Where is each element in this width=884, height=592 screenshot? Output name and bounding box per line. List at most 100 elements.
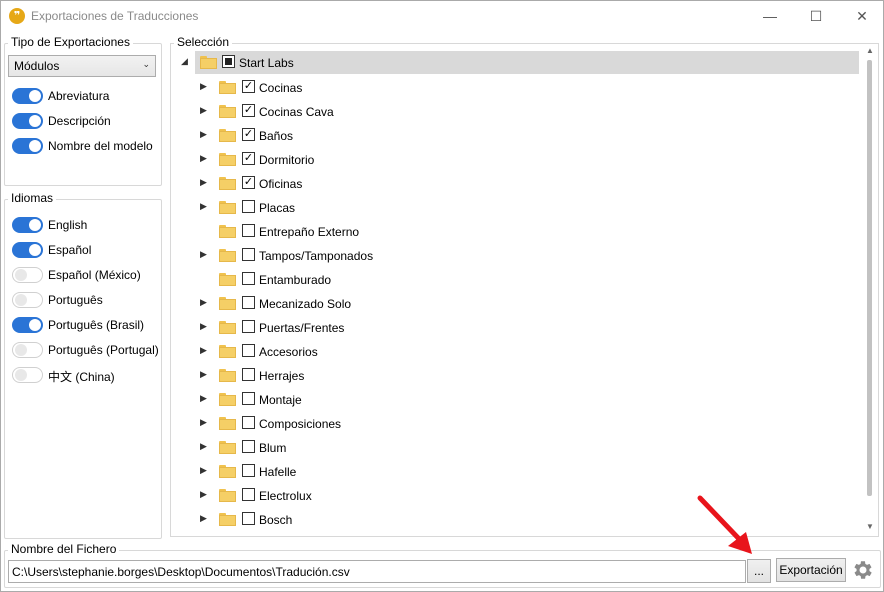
tree-item-label[interactable]: Placas (259, 201, 295, 215)
folder-icon (219, 513, 236, 526)
title-bar: ❞ Exportaciones de Traducciones — ☐ ✕ (1, 1, 883, 31)
expand-arrow-icon[interactable]: ▶ (200, 129, 210, 141)
folder-icon (219, 249, 236, 262)
languages-title: Idiomas (8, 191, 57, 205)
export-field-toggle-label: Abreviatura (48, 89, 110, 103)
tree-item-checkbox[interactable] (242, 320, 255, 333)
tree-root-row[interactable] (195, 51, 859, 74)
tree-item-checkbox[interactable]: ✓ (242, 176, 255, 189)
tree-item-checkbox[interactable] (242, 464, 255, 477)
settings-gear-icon[interactable] (851, 558, 875, 582)
tree-item-label[interactable]: Composiciones (259, 417, 341, 431)
language-toggle-switch[interactable] (12, 292, 43, 308)
folder-icon (219, 465, 236, 478)
tree-item-checkbox[interactable]: ✓ (242, 80, 255, 93)
tree-item-checkbox[interactable] (242, 392, 255, 405)
tree-item-checkbox[interactable] (242, 440, 255, 453)
export-button[interactable]: Exportación (776, 558, 846, 582)
tree-item-label[interactable]: Dormitorio (259, 153, 314, 167)
tree-item-label[interactable]: Montaje (259, 393, 302, 407)
scroll-down-icon[interactable]: ▼ (865, 522, 875, 531)
expand-arrow-icon[interactable]: ▶ (200, 321, 210, 333)
collapse-arrow-icon[interactable]: ◢ (181, 56, 191, 68)
expand-arrow-icon[interactable]: ▶ (200, 489, 210, 501)
language-toggle-switch[interactable] (12, 267, 43, 283)
toggle-knob (29, 90, 41, 102)
language-toggle-label: Español (48, 243, 92, 257)
tree-item-label[interactable]: Accesorios (259, 345, 318, 359)
tree-item-checkbox[interactable] (242, 488, 255, 501)
language-toggle-switch[interactable] (12, 242, 43, 258)
expand-arrow-icon[interactable]: ▶ (200, 177, 210, 189)
minimize-button[interactable]: — (747, 1, 793, 31)
tree-item-label[interactable]: Blum (259, 441, 286, 455)
toggle-knob (29, 319, 41, 331)
tree-item-checkbox[interactable] (242, 368, 255, 381)
tree-item-checkbox[interactable] (242, 272, 255, 285)
language-toggle-label: English (48, 218, 88, 232)
export-field-toggle-switch[interactable] (12, 88, 43, 104)
tree-item-label[interactable]: Cocinas (259, 81, 302, 95)
tree-item-checkbox[interactable]: ✓ (242, 128, 255, 141)
tree-item-label[interactable]: Mecanizado Solo (259, 297, 351, 311)
file-path-input[interactable]: C:\Users\stephanie.borges\Desktop\Docume… (8, 560, 746, 583)
close-button[interactable]: ✕ (839, 1, 884, 31)
expand-arrow-icon[interactable]: ▶ (200, 249, 210, 261)
tree-item-label[interactable]: Cocinas Cava (259, 105, 334, 119)
tree-item-label[interactable]: Oficinas (259, 177, 302, 191)
maximize-button[interactable]: ☐ (793, 1, 839, 31)
folder-icon (219, 345, 236, 358)
tree-item-checkbox[interactable]: ✓ (242, 152, 255, 165)
tree-scrollbar[interactable]: ▲ ▼ (864, 46, 876, 534)
export-field-toggle-label: Descripción (48, 114, 111, 128)
expand-arrow-icon[interactable]: ▶ (200, 441, 210, 453)
tree-item-checkbox[interactable] (242, 344, 255, 357)
tree-item-label[interactable]: Baños (259, 129, 293, 143)
expand-arrow-icon[interactable]: ▶ (200, 105, 210, 117)
tree-item-checkbox[interactable] (242, 224, 255, 237)
tree-item-checkbox[interactable] (242, 416, 255, 429)
language-toggle-switch[interactable] (12, 317, 43, 333)
toggle-knob (29, 140, 41, 152)
scroll-thumb[interactable] (867, 60, 872, 496)
tree-item-label[interactable]: Tampos/Tamponados (259, 249, 373, 263)
export-field-toggle-switch[interactable] (12, 113, 43, 129)
expand-arrow-icon[interactable]: ▶ (200, 153, 210, 165)
expand-arrow-icon[interactable]: ▶ (200, 369, 210, 381)
tree-item-label[interactable]: Entamburado (259, 273, 331, 287)
expand-arrow-icon[interactable]: ▶ (200, 345, 210, 357)
expand-arrow-icon[interactable]: ▶ (200, 513, 210, 525)
expand-arrow-icon[interactable]: ▶ (200, 465, 210, 477)
red-pointer-arrow (697, 495, 752, 554)
expand-arrow-icon[interactable]: ▶ (200, 417, 210, 429)
module-type-value: Módulos (14, 59, 60, 73)
expand-arrow-icon[interactable]: ▶ (200, 201, 210, 213)
tree-item-checkbox[interactable] (242, 296, 255, 309)
language-toggle-switch[interactable] (12, 217, 43, 233)
tree-item-label[interactable]: Electrolux (259, 489, 312, 503)
language-toggle-switch[interactable] (12, 342, 43, 358)
tree-item-label[interactable]: Herrajes (259, 369, 304, 383)
export-field-toggle-switch[interactable] (12, 138, 43, 154)
browse-button[interactable]: ... (747, 559, 771, 583)
tree-item-checkbox[interactable] (242, 248, 255, 261)
expand-arrow-icon[interactable]: ▶ (200, 297, 210, 309)
tree-root-checkbox[interactable] (222, 55, 235, 68)
module-type-select[interactable]: Módulos ⌄ (8, 55, 156, 77)
folder-icon (219, 225, 236, 238)
tree-item-label[interactable]: Hafelle (259, 465, 296, 479)
expand-arrow-icon[interactable]: ▶ (200, 81, 210, 93)
tree-item-label[interactable]: Entrepaño Externo (259, 225, 359, 239)
folder-icon (219, 177, 236, 190)
tree-item-label[interactable]: Bosch (259, 513, 292, 527)
tree-item-checkbox[interactable]: ✓ (242, 104, 255, 117)
tree-item-checkbox[interactable] (242, 512, 255, 525)
scroll-up-icon[interactable]: ▲ (865, 46, 875, 55)
language-toggle-label: Español (México) (48, 268, 141, 282)
tree-item-label[interactable]: Puertas/Frentes (259, 321, 344, 335)
language-toggle-switch[interactable] (12, 367, 43, 383)
tree-item-checkbox[interactable] (242, 200, 255, 213)
folder-icon (219, 273, 236, 286)
toggle-knob (15, 344, 27, 356)
expand-arrow-icon[interactable]: ▶ (200, 393, 210, 405)
